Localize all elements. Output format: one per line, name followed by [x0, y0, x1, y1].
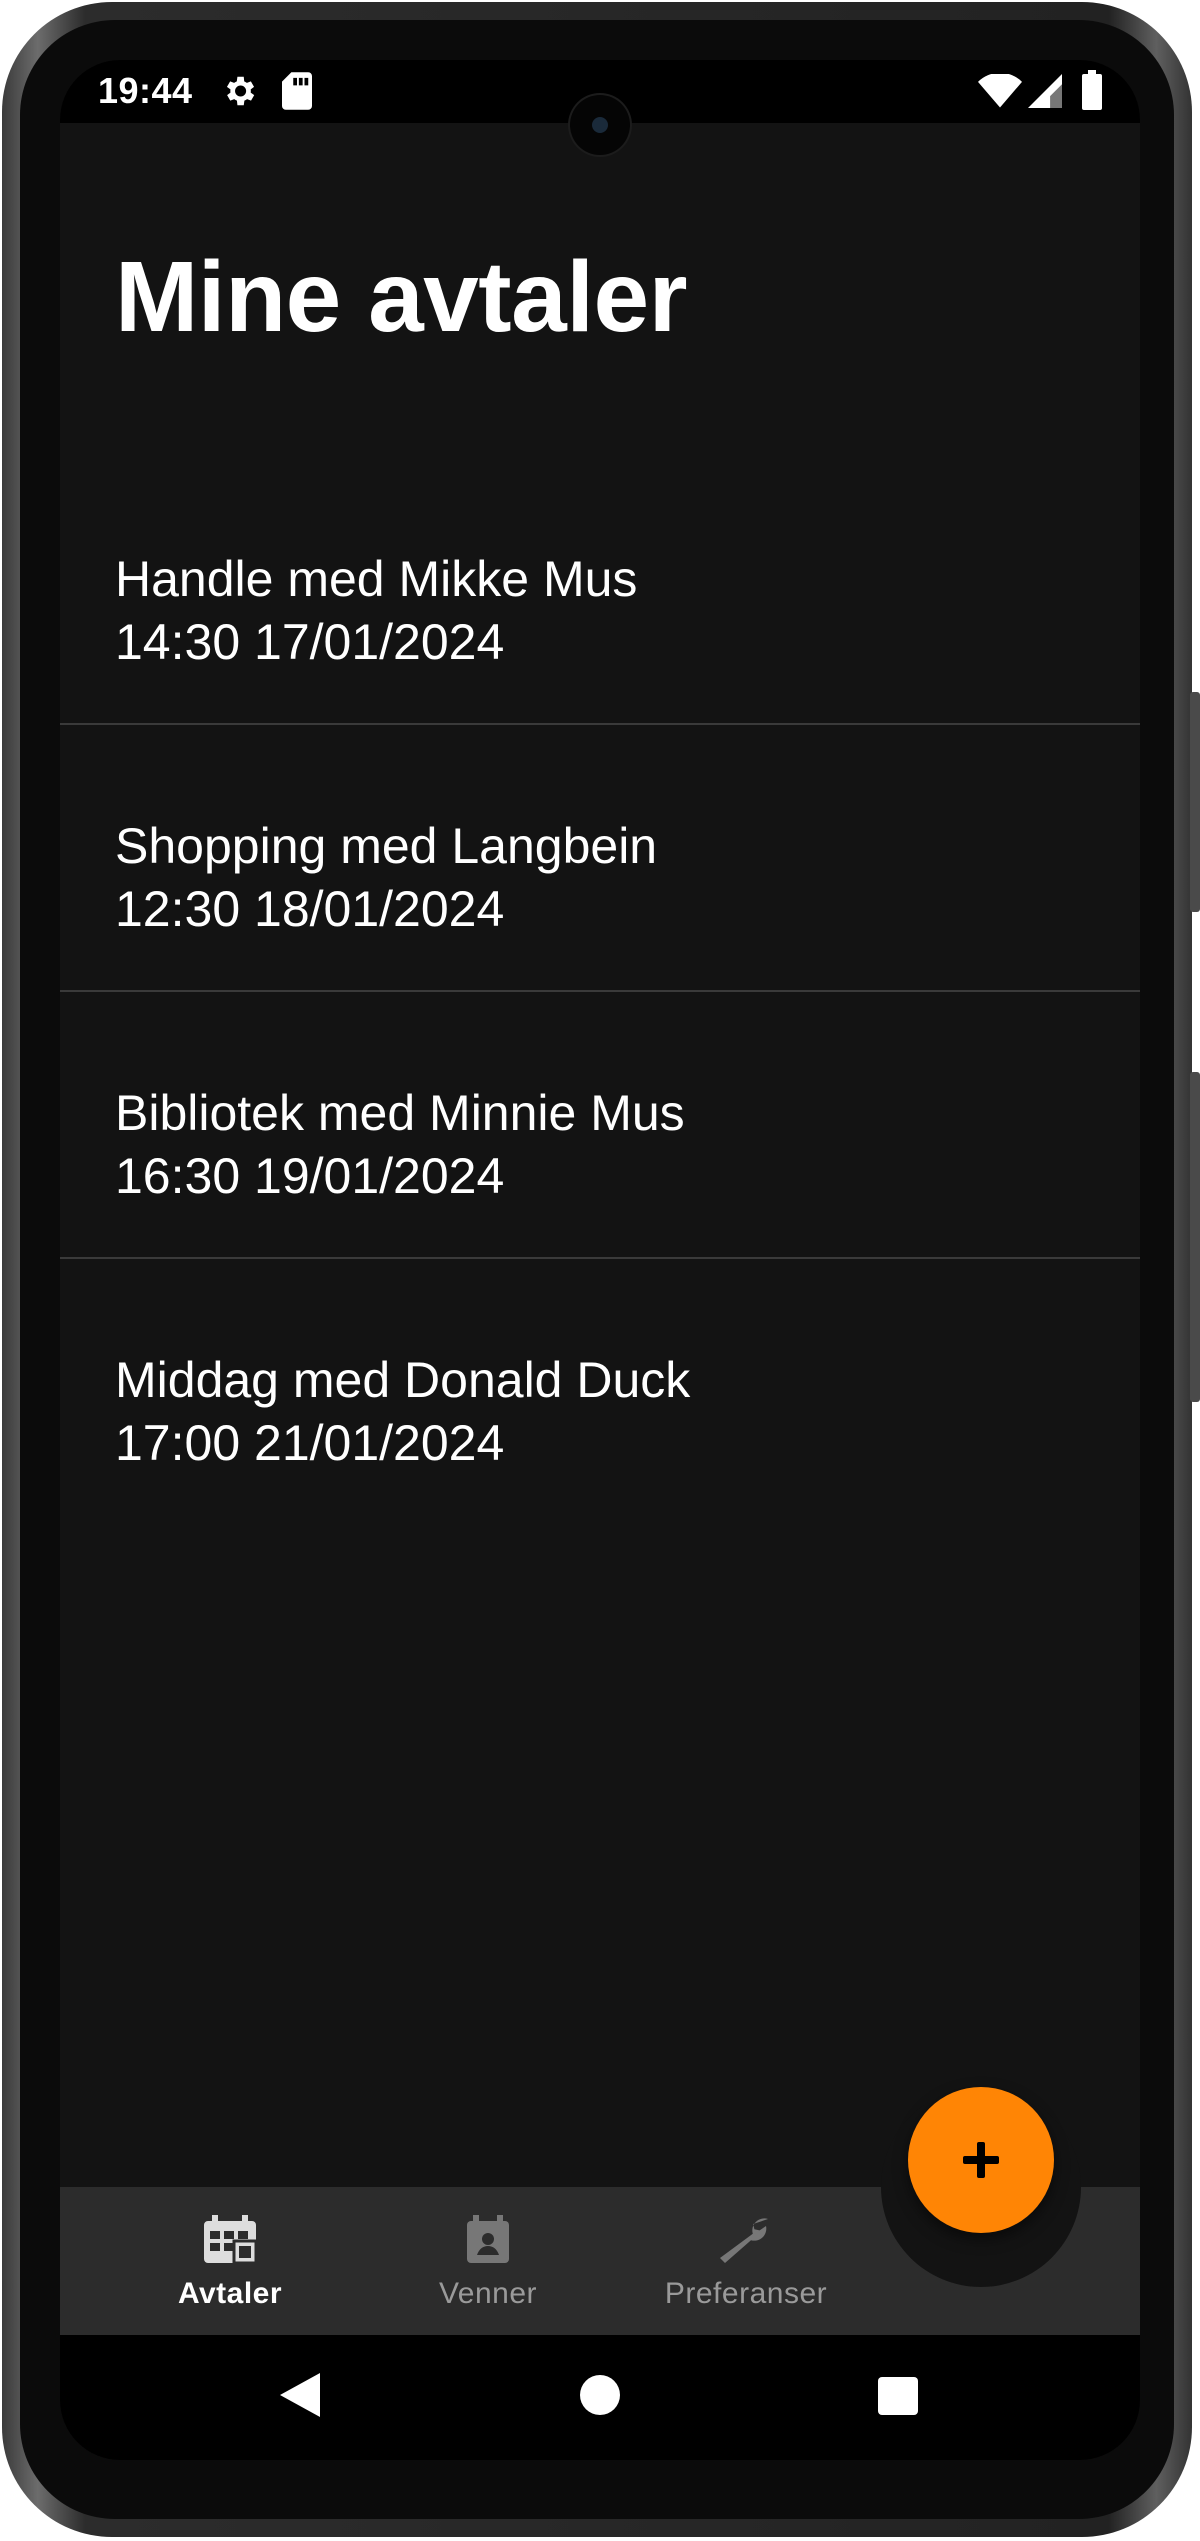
signal-icon [1028, 74, 1062, 113]
home-icon[interactable] [580, 2375, 620, 2420]
status-time: 19:44 [98, 70, 193, 111]
nav-item-avtaler[interactable]: Avtaler [100, 2187, 360, 2335]
plus-icon [961, 2140, 1001, 2180]
front-camera [570, 95, 630, 155]
appointment-title: Shopping med Langbein [115, 818, 658, 874]
recents-icon[interactable] [878, 2377, 918, 2420]
list-item[interactable]: Bibliotek med Minnie Mus 16:30 19/01/202… [60, 992, 1140, 1259]
appointment-time: 16:30 19/01/2024 [115, 1148, 505, 1204]
nav-label: Avtaler [177, 2277, 283, 2310]
wrench-icon [716, 2215, 776, 2270]
battery-icon [1082, 70, 1102, 115]
system-navigation [60, 2335, 1140, 2460]
nav-label: Preferanser [664, 2277, 828, 2310]
appointment-title: Bibliotek med Minnie Mus [115, 1085, 685, 1141]
back-icon[interactable] [280, 2373, 320, 2422]
add-appointment-button[interactable] [908, 2087, 1054, 2233]
appointment-time: 14:30 17/01/2024 [115, 614, 505, 670]
power-button [1190, 692, 1200, 912]
calendar-grid-icon [202, 2215, 258, 2270]
wifi-icon [978, 72, 1022, 113]
appointment-title: Handle med Mikke Mus [115, 551, 638, 607]
list-item[interactable]: Middag med Donald Duck 17:00 21/01/2024 [60, 1259, 1140, 1526]
list-item[interactable]: Handle med Mikke Mus 14:30 17/01/2024 [60, 458, 1140, 725]
list-item[interactable]: Shopping med Langbein 12:30 18/01/2024 [60, 725, 1140, 992]
page-title: Mine avtaler [115, 241, 688, 353]
nav-item-preferanser[interactable]: Preferanser [616, 2187, 876, 2335]
nav-item-venner[interactable]: Venner [358, 2187, 618, 2335]
sd-card-icon [282, 72, 312, 115]
appointment-list: Handle med Mikke Mus 14:30 17/01/2024 Sh… [60, 458, 1140, 1526]
volume-button [1190, 1072, 1200, 1402]
calendar-person-icon [465, 2215, 511, 2270]
device-frame: 19:44 Mine avtaler Handle med Mikke Mus [2, 2, 1200, 2537]
appointment-title: Middag med Donald Duck [115, 1352, 691, 1408]
nav-label: Venner [438, 2277, 538, 2310]
appointment-time: 12:30 18/01/2024 [115, 881, 505, 937]
gear-icon [220, 72, 258, 115]
appointment-time: 17:00 21/01/2024 [115, 1415, 505, 1471]
screen: 19:44 Mine avtaler Handle med Mikke Mus [60, 60, 1140, 2460]
